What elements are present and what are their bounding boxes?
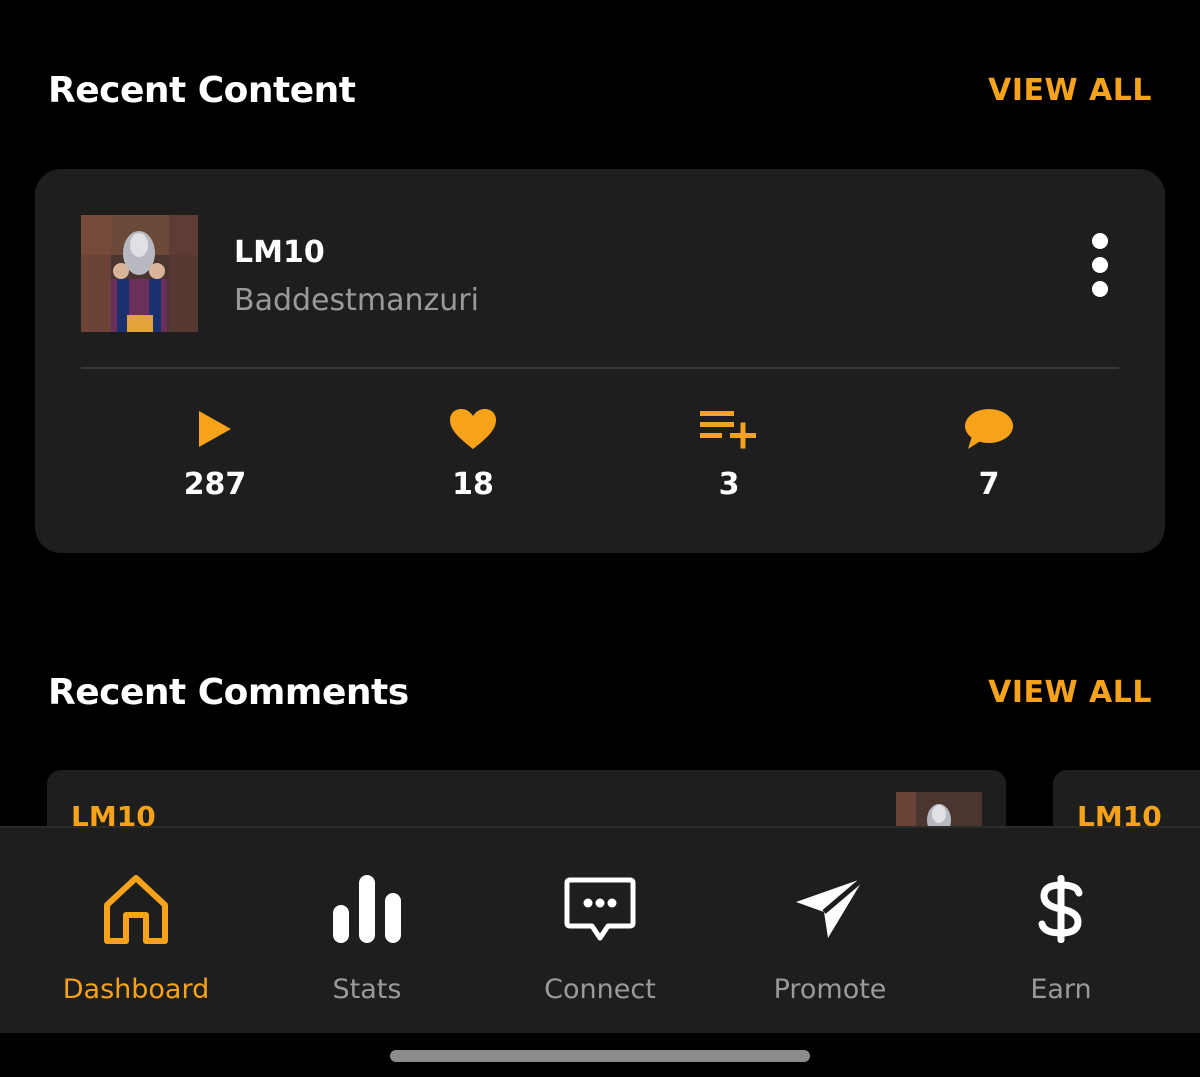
likes-count: 18	[452, 467, 494, 502]
bar-chart-icon	[267, 872, 467, 946]
message-icon	[500, 872, 700, 946]
comment-bubble-icon	[919, 405, 1059, 453]
home-indicator[interactable]	[390, 1050, 810, 1062]
track-title: LM10	[234, 235, 325, 270]
plays-stat: 287	[145, 405, 285, 502]
nav-item-connect[interactable]: Connect	[500, 872, 700, 1005]
nav-item-promote[interactable]: Promote	[730, 872, 930, 1005]
home-icon	[36, 872, 236, 946]
recent-content-card[interactable]: LM10 Baddestmanzuri 287 18 3 7	[35, 169, 1165, 553]
recent-comments-header: Recent Comments VIEW ALL	[48, 672, 1152, 713]
recent-comments-title: Recent Comments	[48, 672, 409, 713]
comments-count: 7	[978, 467, 1000, 502]
likes-stat: 18	[403, 405, 543, 502]
plays-count: 287	[183, 467, 247, 502]
nav-label-dashboard: Dashboard	[62, 974, 210, 1005]
dashboard-screen: Recent Content VIEW ALL LM10 Baddestmanz…	[0, 0, 1200, 1077]
bottom-navigation: Dashboard Stats Connect Promote Earn	[0, 826, 1200, 1033]
recent-content-title: Recent Content	[48, 70, 356, 111]
nav-label-earn: Earn	[1030, 974, 1092, 1005]
nav-label-stats: Stats	[332, 974, 402, 1005]
play-icon	[145, 405, 285, 453]
recent-content-view-all-link[interactable]: VIEW ALL	[988, 73, 1152, 108]
nav-item-dashboard[interactable]: Dashboard	[36, 872, 236, 1005]
playlist-add-icon	[659, 405, 799, 453]
track-artwork	[81, 215, 198, 332]
nav-label-promote: Promote	[773, 974, 887, 1005]
send-icon	[730, 872, 930, 946]
heart-icon	[403, 405, 543, 453]
comments-stat: 7	[919, 405, 1059, 502]
recent-comments-view-all-link[interactable]: VIEW ALL	[988, 675, 1152, 710]
track-artist: Baddestmanzuri	[234, 283, 479, 318]
card-divider	[81, 367, 1119, 369]
nav-item-earn[interactable]: Earn	[961, 872, 1161, 1005]
recent-content-header: Recent Content VIEW ALL	[48, 70, 1152, 111]
nav-item-stats[interactable]: Stats	[267, 872, 467, 1005]
playlist-adds-count: 3	[718, 467, 740, 502]
dollar-icon	[961, 872, 1161, 946]
nav-label-connect: Connect	[544, 974, 656, 1005]
more-options-icon[interactable]	[1082, 231, 1118, 299]
playlist-adds-stat: 3	[659, 405, 799, 502]
